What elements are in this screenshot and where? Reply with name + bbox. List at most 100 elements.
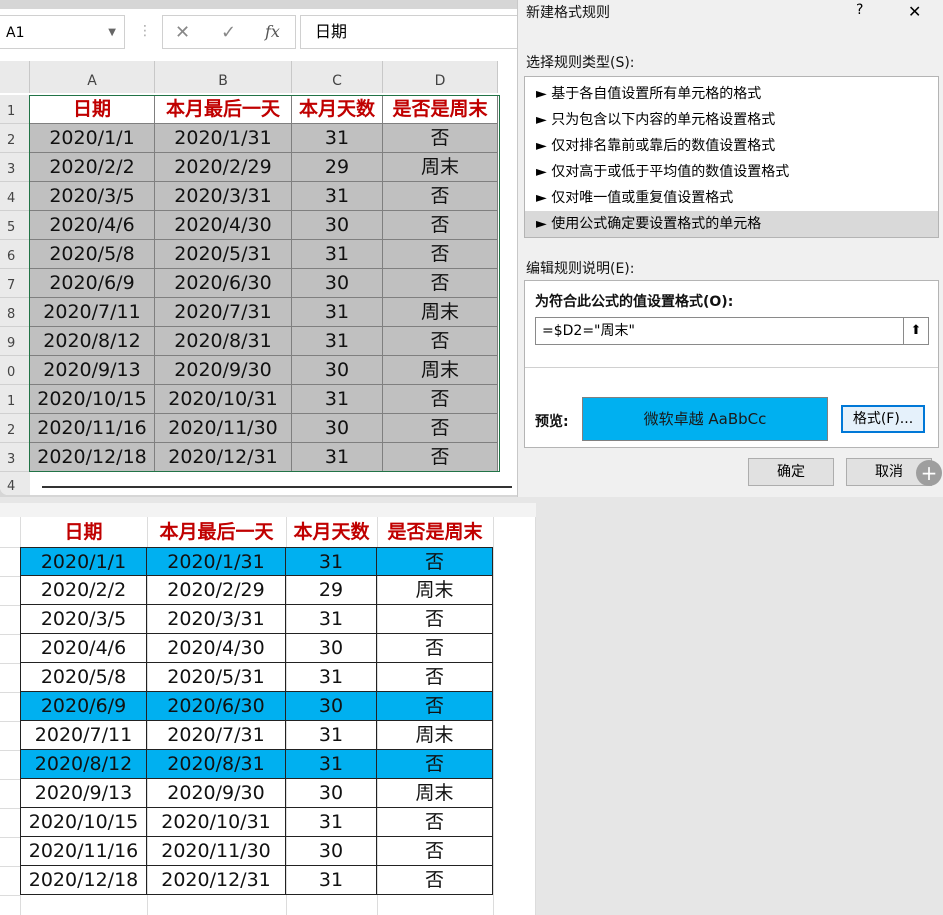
help-icon[interactable]: ? [856, 2, 863, 18]
formula-field[interactable]: =$D2="周末" ⬆ [535, 317, 929, 345]
table-cell[interactable]: 30 [286, 779, 377, 808]
rule-type-item[interactable]: ► 基于各自值设置所有单元格的格式 [525, 81, 938, 107]
table-cell[interactable]: 2020/9/30 [147, 779, 286, 808]
rule-type-item[interactable]: ► 仅对高于或低于平均值的数值设置格式 [525, 159, 938, 185]
table-cell[interactable]: 29 [286, 576, 377, 605]
table-cell[interactable]: 否 [377, 866, 493, 895]
table-cell[interactable]: 2020/5/8 [20, 663, 147, 692]
table-cell[interactable]: 否 [377, 634, 493, 663]
table-cell[interactable]: 周末 [377, 576, 493, 605]
table-cell[interactable]: 2020/6/30 [147, 692, 286, 721]
name-box[interactable]: A1 ▼ [0, 15, 125, 49]
table-cell[interactable]: 2020/12/18 [20, 866, 147, 895]
column-header[interactable]: D [383, 61, 498, 93]
table-cell[interactable]: 2020/11/30 [147, 837, 286, 866]
table-cell[interactable]: 30 [286, 837, 377, 866]
header-cell[interactable]: 本月天数 [286, 518, 377, 547]
partial-header-text: 日期 [48, 490, 82, 495]
table-cell[interactable]: 周末 [377, 779, 493, 808]
header-cell[interactable]: 是否是周末 [377, 518, 493, 547]
row-header[interactable]: 2 [0, 124, 30, 153]
table-cell[interactable]: 31 [286, 866, 377, 895]
table-cell[interactable]: 2020/1/1 [20, 547, 147, 576]
formula-input[interactable]: 日期 [300, 15, 518, 49]
table-cell[interactable]: 31 [286, 721, 377, 750]
table-cell[interactable]: 2020/4/6 [20, 634, 147, 663]
table-cell[interactable]: 否 [377, 837, 493, 866]
table-cell[interactable]: 2020/9/13 [20, 779, 147, 808]
column-header[interactable]: A [30, 61, 155, 93]
rule-type-item[interactable]: ► 仅对唯一值或重复值设置格式 [525, 185, 938, 211]
rule-type-item[interactable]: ► 仅对排名靠前或靠后的数值设置格式 [525, 133, 938, 159]
rule-type-item[interactable]: ► 只为包含以下内容的单元格设置格式 [525, 107, 938, 133]
table-cell[interactable]: 31 [286, 663, 377, 692]
table-cell[interactable]: 31 [286, 808, 377, 837]
table-cell[interactable]: 2020/6/9 [20, 692, 147, 721]
cancel-icon[interactable]: ✕ [175, 22, 190, 43]
rule-type-item-selected[interactable]: ► 使用公式确定要设置格式的单元格 [525, 211, 938, 237]
table-cell[interactable]: 2020/7/11 [20, 721, 147, 750]
function-icon[interactable]: fx [265, 22, 280, 41]
row-header[interactable]: 8 [0, 298, 30, 327]
table-cell[interactable]: 30 [286, 692, 377, 721]
column-gridline [493, 503, 494, 915]
table-cell[interactable]: 31 [286, 547, 377, 576]
table-cell[interactable]: 2020/3/5 [20, 605, 147, 634]
table-cell[interactable]: 2020/2/29 [147, 576, 286, 605]
table-cell[interactable]: 2020/12/31 [147, 866, 286, 895]
table-cell[interactable]: 周末 [377, 721, 493, 750]
row-header[interactable]: 6 [0, 240, 30, 269]
row-header[interactable]: 9 [0, 327, 30, 356]
table-cell[interactable]: 31 [286, 605, 377, 634]
format-button[interactable]: 格式(F)... [841, 405, 925, 433]
header-cell[interactable]: 日期 [20, 518, 147, 547]
table-cell[interactable]: 2020/10/31 [147, 808, 286, 837]
row-header[interactable]: 4 [0, 182, 30, 211]
column-header[interactable]: B [155, 61, 292, 93]
row-header[interactable]: 1 [0, 385, 30, 414]
table-cell[interactable]: 30 [286, 634, 377, 663]
table-cell[interactable]: 2020/2/2 [20, 576, 147, 605]
corner-cell[interactable] [0, 61, 30, 93]
chevron-down-icon[interactable]: ▼ [108, 16, 116, 50]
table-cell[interactable]: 否 [377, 663, 493, 692]
table-cell[interactable]: 2020/10/15 [20, 808, 147, 837]
table-cell[interactable]: 2020/5/31 [147, 663, 286, 692]
table-cell[interactable]: 否 [377, 808, 493, 837]
row-header[interactable]: 5 [0, 211, 30, 240]
table-cell[interactable]: 否 [377, 547, 493, 576]
row-header[interactable]: 3 [0, 153, 30, 182]
table-cell[interactable]: 31 [286, 750, 377, 779]
column-header-strip [0, 503, 536, 517]
table-cell[interactable]: 2020/8/12 [20, 750, 147, 779]
table-cell[interactable]: 否 [377, 605, 493, 634]
range-picker-icon[interactable]: ⬆ [903, 318, 928, 344]
close-icon[interactable]: ✕ [908, 2, 921, 21]
table-cell[interactable]: 2020/3/31 [147, 605, 286, 634]
selection-outline [29, 95, 500, 472]
table-cell[interactable]: 2020/8/31 [147, 750, 286, 779]
row-header[interactable]: 2 [0, 414, 30, 443]
row-header[interactable]: 3 [0, 443, 30, 472]
column-header[interactable]: C [292, 61, 383, 93]
row-header[interactable]: 1 [0, 95, 30, 124]
table-cell[interactable]: 否 [377, 692, 493, 721]
table-top-border [42, 486, 512, 488]
table-cell[interactable]: 否 [377, 750, 493, 779]
dialog-title: 新建格式规则 [526, 5, 610, 21]
table-cell[interactable]: 2020/7/31 [147, 721, 286, 750]
row-header[interactable]: 4 [0, 472, 30, 495]
ok-button[interactable]: 确定 [748, 458, 834, 486]
formula-field-value: =$D2="周末" [542, 323, 635, 339]
row-header[interactable]: 7 [0, 269, 30, 298]
check-icon[interactable]: ✓ [221, 22, 236, 43]
table-cell[interactable]: 2020/11/16 [20, 837, 147, 866]
header-cell[interactable]: 本月最后一天 [147, 518, 286, 547]
column-gridline [535, 503, 536, 915]
partial-header-text: 是否是周末 [398, 490, 483, 495]
row-header[interactable]: 0 [0, 356, 30, 385]
row-gridline [0, 750, 20, 751]
table-cell[interactable]: 2020/1/31 [147, 547, 286, 576]
table-cell[interactable]: 2020/4/30 [147, 634, 286, 663]
rule-description-box: 为符合此公式的值设置格式(O): =$D2="周末" ⬆ 预览: 微软卓越 Aa… [524, 280, 939, 448]
